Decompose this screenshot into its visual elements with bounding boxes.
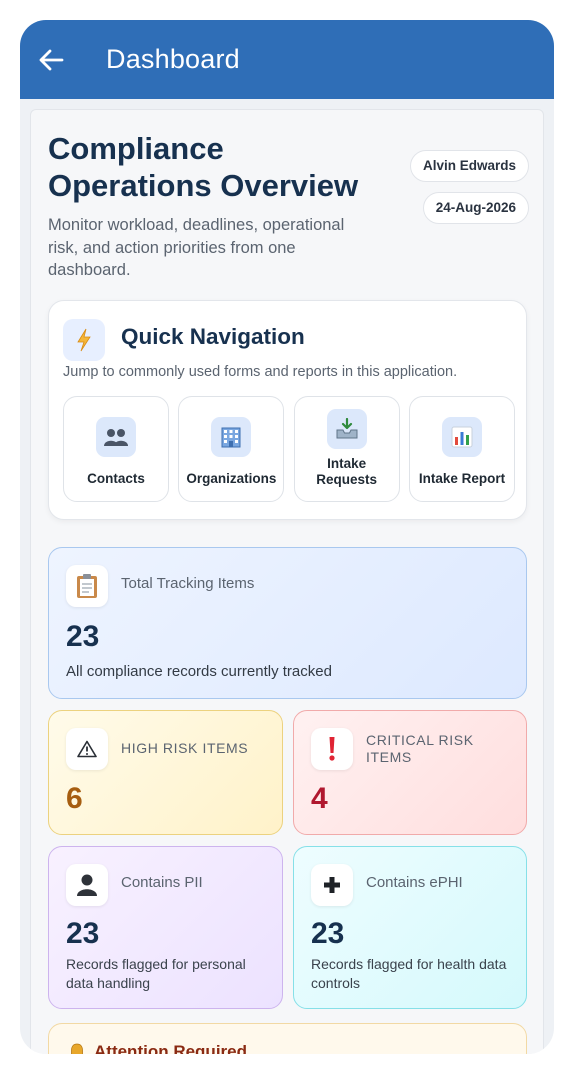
pii-card[interactable]: Contains PII 23 Records flagged for pers… <box>48 846 283 1009</box>
pii-label: Contains PII <box>121 874 203 891</box>
user-badge: Alvin Edwards <box>409 150 529 182</box>
attention-required-title: Attention Required <box>94 1042 247 1054</box>
person-silhouette-icon <box>66 864 108 906</box>
nav-tile-organizations[interactable]: Organizations <box>178 396 285 502</box>
page-header: Compliance Operations Overview Monitor w… <box>48 130 529 282</box>
ephi-description: Records flagged for health data controls <box>311 956 507 991</box>
lightning-icon <box>63 319 105 361</box>
bell-icon <box>71 1043 83 1054</box>
pii-description: Records flagged for personal data handli… <box>66 956 246 991</box>
date-badge: 24-Aug-2026 <box>422 192 529 224</box>
nav-tile-label: Intake Report <box>418 471 506 486</box>
critical-risk-value: 4 <box>311 782 328 815</box>
quick-navigation-panel: Quick Navigation Jump to commonly used f… <box>48 300 527 520</box>
nav-tile-intake-report[interactable]: Intake Report <box>408 396 515 502</box>
total-tracking-label: Total Tracking Items <box>121 575 255 592</box>
high-risk-label: HIGH RISK ITEMS <box>121 740 249 756</box>
total-tracking-value: 23 <box>66 620 100 653</box>
ephi-value: 23 <box>311 917 345 950</box>
critical-risk-label: CRITICAL RISK ITEMS <box>366 732 474 765</box>
critical-risk-card[interactable]: CRITICAL RISK ITEMS 4 <box>293 710 527 835</box>
nav-tile-label: Intake Requests <box>316 456 378 487</box>
warning-icon <box>66 728 108 770</box>
back-button[interactable] <box>20 20 82 99</box>
total-tracking-card[interactable]: Total Tracking Items 23 All compliance r… <box>48 547 527 699</box>
inbox-tray-icon <box>326 409 367 449</box>
total-tracking-description: All compliance records currently tracked <box>66 663 332 680</box>
nav-tile-label: Organizations <box>186 471 277 486</box>
contacts-icon <box>96 417 136 457</box>
page-title: Compliance Operations Overview <box>48 131 359 203</box>
high-risk-value: 6 <box>66 782 83 815</box>
phone-screen: Dashboard Compliance Operations Overview… <box>20 20 554 1054</box>
high-risk-card[interactable]: HIGH RISK ITEMS 6 <box>48 710 283 835</box>
clipboard-icon <box>66 565 108 607</box>
exclamation-icon <box>311 728 353 770</box>
app-bar: Dashboard <box>20 20 554 99</box>
plus-cross-icon <box>311 864 353 906</box>
bar-chart-icon <box>441 417 482 457</box>
dashboard-content[interactable]: Compliance Operations Overview Monitor w… <box>30 109 544 1054</box>
quick-nav-tiles: Contacts Organizations Intake Requests I… <box>63 396 515 502</box>
app-bar-title: Dashboard <box>106 44 240 74</box>
ephi-card[interactable]: Contains ePHI 23 Records flagged for hea… <box>293 846 527 1009</box>
arrow-left-icon <box>39 49 64 70</box>
attention-required-panel: Attention Required <box>48 1023 527 1054</box>
pii-value: 23 <box>66 917 100 950</box>
nav-tile-intake-requests[interactable]: Intake Requests <box>293 396 400 502</box>
nav-tile-contacts[interactable]: Contacts <box>63 396 169 502</box>
quick-navigation-title: Quick Navigation <box>121 324 305 349</box>
nav-tile-label: Contacts <box>87 471 145 486</box>
quick-navigation-subtitle: Jump to commonly used forms and reports … <box>63 364 458 380</box>
page-description: Monitor workload, deadlines, operational… <box>48 216 345 279</box>
building-icon <box>211 417 252 457</box>
ephi-label: Contains ePHI <box>366 874 463 891</box>
